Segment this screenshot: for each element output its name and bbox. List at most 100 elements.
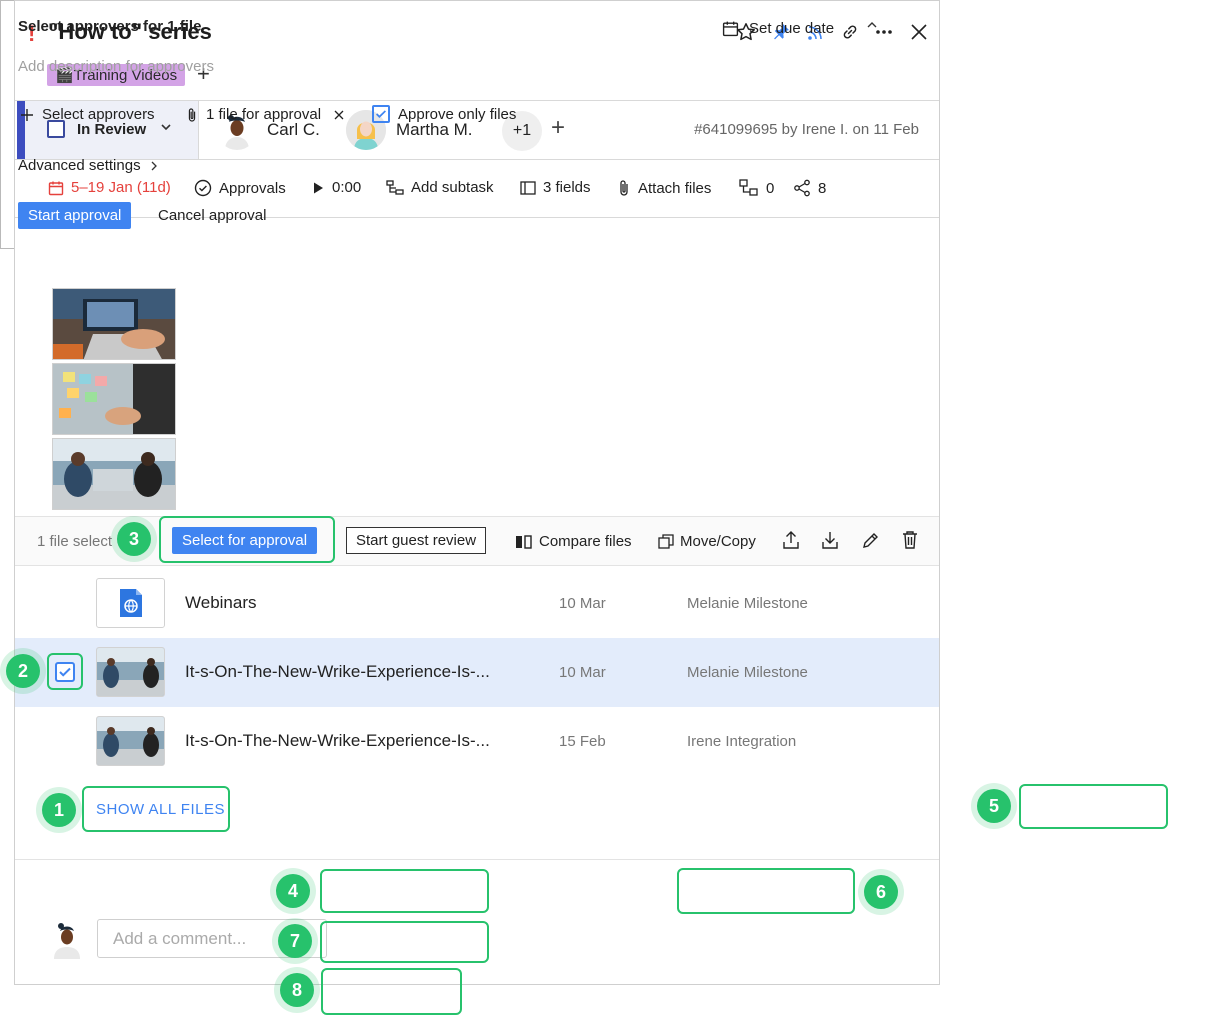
file-date: 10 Mar — [559, 664, 606, 681]
assignee-name: Martha M. — [396, 120, 473, 139]
file-name[interactable]: It-s-On-The-New-Wrike-Experience-Is-... — [185, 662, 490, 682]
share-button[interactable]: 8 — [793, 179, 826, 197]
set-due-date-label: Set due date — [749, 20, 835, 37]
highlight-ring — [321, 968, 462, 1015]
dependencies-button[interactable]: 0 — [739, 179, 774, 197]
file-owner: Irene Integration — [687, 733, 797, 750]
file-thumbnail — [96, 578, 165, 628]
edit-pencil-icon[interactable] — [861, 530, 879, 555]
timer-value: 0:00 — [332, 179, 362, 196]
collapse-chevron-up-icon[interactable] — [865, 18, 879, 37]
file-date: 15 Feb — [559, 733, 606, 750]
calendar-icon — [48, 181, 64, 195]
file-thumbnail — [96, 647, 165, 697]
highlight-ring — [159, 516, 335, 563]
advanced-settings-button[interactable]: Advanced settings — [18, 157, 159, 174]
step-badge-2: 2 — [6, 654, 40, 688]
avatar — [49, 919, 85, 959]
date-range-text: 5–19 Jan (11d) — [71, 179, 171, 196]
start-guest-review-button[interactable]: Start guest review — [346, 527, 487, 554]
close-icon[interactable] — [906, 19, 932, 45]
step-badge-8: 8 — [280, 973, 314, 1007]
file-name[interactable]: It-s-On-The-New-Wrike-Experience-Is-... — [185, 731, 490, 751]
attach-files-label: Attach files — [638, 179, 712, 197]
check-circle-icon — [194, 179, 212, 197]
select-approvers-label: Select approvers — [42, 106, 155, 123]
highlight-ring — [1019, 784, 1168, 829]
download-icon[interactable] — [821, 530, 839, 555]
status-label: In Review — [77, 121, 147, 138]
assignee-name: Carl C. — [267, 120, 320, 139]
date-range[interactable]: 5–19 Jan (11d) — [48, 179, 171, 196]
start-guest-review-label: Start guest review — [346, 527, 487, 554]
file-for-approval-chip: 1 file for approval — [186, 106, 345, 123]
paperclip-icon — [188, 107, 196, 122]
add-subtask-button[interactable]: Add subtask — [386, 179, 494, 196]
image-thumbnail[interactable] — [52, 438, 176, 510]
compare-files-label: Compare files — [539, 533, 632, 550]
copy-icon — [658, 533, 674, 549]
file-row[interactable]: Webinars 10 Mar Melanie Milestone — [15, 569, 939, 638]
highlight-ring — [47, 653, 83, 690]
upload-icon[interactable] — [782, 530, 800, 555]
start-approval-label: Start approval — [18, 202, 132, 229]
task-id-info: #641099695 by Irene I. on 11 Feb — [694, 121, 919, 138]
add-assignee-button[interactable]: + — [551, 114, 565, 142]
approval-description-input[interactable]: Add description for approvers — [18, 58, 214, 75]
remove-x-icon[interactable] — [333, 109, 345, 121]
advanced-settings-label: Advanced settings — [18, 157, 141, 174]
share-icon — [794, 179, 810, 197]
checkbox-checked-icon — [372, 105, 390, 123]
highlight-ring — [82, 786, 230, 832]
file-thumbnail — [96, 716, 165, 766]
highlight-ring — [320, 869, 489, 913]
step-badge-6: 6 — [864, 875, 898, 909]
approvals-label: Approvals — [219, 179, 286, 197]
attach-files-button[interactable]: Attach files — [617, 179, 711, 197]
approve-only-files-checkbox[interactable]: Approve only files — [372, 105, 516, 123]
step-badge-7: 7 — [278, 924, 312, 958]
timer-button[interactable]: 0:00 — [311, 179, 361, 196]
move-copy-button[interactable]: Move/Copy — [658, 533, 756, 550]
file-name[interactable]: Webinars — [185, 593, 257, 613]
fields-label: 3 fields — [543, 179, 591, 196]
paperclip-icon — [620, 180, 628, 196]
image-thumbnail[interactable] — [52, 288, 176, 360]
approvals-button[interactable]: Approvals — [194, 179, 286, 197]
file-count-label: 1 file for approval — [206, 106, 322, 123]
file-date: 10 Mar — [559, 595, 606, 612]
select-approvers-button[interactable]: Select approvers — [20, 106, 155, 123]
calendar-icon — [722, 21, 739, 37]
link-icon[interactable] — [837, 19, 863, 45]
file-row[interactable]: It-s-On-The-New-Wrike-Experience-Is-... … — [15, 707, 939, 776]
popover-title: Select approvers for 1 file — [18, 18, 202, 35]
dependency-icon — [739, 179, 758, 196]
start-approval-button[interactable]: Start approval — [18, 202, 132, 229]
google-web-doc-icon — [119, 589, 142, 617]
trash-icon[interactable] — [901, 530, 919, 555]
image-thumbnail[interactable] — [52, 363, 176, 435]
subtask-icon — [386, 179, 404, 195]
step-badge-5: 5 — [977, 789, 1011, 823]
file-owner: Melanie Milestone — [687, 595, 808, 612]
highlight-ring — [677, 868, 855, 914]
selected-count: 1 file select — [37, 533, 113, 550]
fields-button[interactable]: 3 fields — [520, 179, 591, 196]
add-subtask-label: Add subtask — [411, 179, 494, 196]
step-badge-3: 3 — [117, 522, 151, 556]
step-badge-1: 1 — [42, 793, 76, 827]
approve-only-files-label: Approve only files — [398, 105, 517, 123]
file-owner: Melanie Milestone — [687, 664, 808, 681]
fields-icon — [520, 180, 536, 195]
highlight-ring — [320, 921, 489, 963]
compare-files-button[interactable]: Compare files — [515, 533, 632, 550]
cancel-approval-button[interactable]: Cancel approval — [158, 207, 266, 224]
compare-icon — [516, 534, 532, 549]
move-copy-label: Move/Copy — [680, 533, 756, 550]
set-due-date-button[interactable]: Set due date — [722, 20, 834, 37]
chevron-down-icon — [160, 120, 172, 136]
divider — [15, 859, 939, 860]
step-badge-4: 4 — [276, 874, 310, 908]
file-row-selected[interactable]: It-s-On-The-New-Wrike-Experience-Is-... … — [15, 638, 939, 707]
play-icon — [314, 182, 323, 193]
